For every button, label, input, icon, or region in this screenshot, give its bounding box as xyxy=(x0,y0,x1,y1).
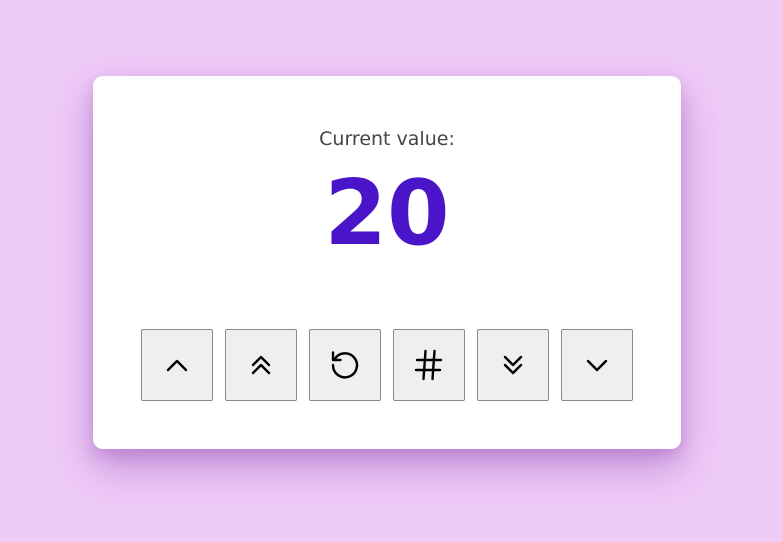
control-buttons xyxy=(141,329,633,401)
double-chevron-up-icon xyxy=(251,355,271,375)
double-chevron-down-icon xyxy=(503,355,523,375)
counter-card: Current value: 20 xyxy=(93,76,681,449)
increment-button[interactable] xyxy=(141,329,213,401)
set-value-button[interactable] xyxy=(393,329,465,401)
reset-button[interactable] xyxy=(309,329,381,401)
hash-icon xyxy=(414,349,443,381)
reset-icon xyxy=(331,351,359,379)
decrement-button[interactable] xyxy=(561,329,633,401)
increment-large-button[interactable] xyxy=(225,329,297,401)
current-value-label: Current value: xyxy=(319,128,455,150)
chevron-down-icon xyxy=(586,359,608,372)
current-value-display: 20 xyxy=(324,161,450,266)
chevron-up-icon xyxy=(166,359,188,372)
decrement-large-button[interactable] xyxy=(477,329,549,401)
